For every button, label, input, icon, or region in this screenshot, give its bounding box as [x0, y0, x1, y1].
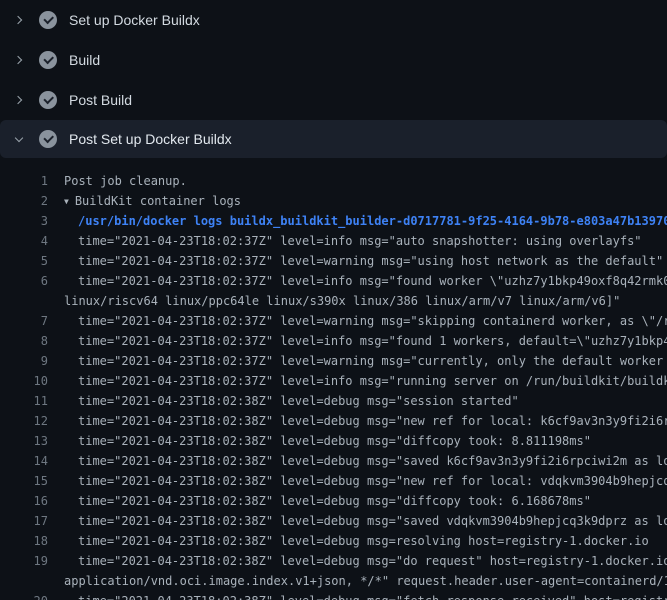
log-text: time="2021-04-23T18:02:38Z" level=debug … — [78, 491, 591, 511]
line-number[interactable]: 17 — [0, 511, 48, 531]
chevron-right-icon — [14, 55, 25, 66]
chevron-right-icon — [14, 15, 25, 26]
log-line[interactable]: 2 ▼ BuildKit container logs — [0, 191, 667, 211]
log-text: time="2021-04-23T18:02:38Z" level=debug … — [78, 591, 667, 600]
check-circle-icon — [39, 51, 57, 69]
line-number[interactable]: 9 — [0, 351, 48, 371]
log-line: 7 time="2021-04-23T18:02:37Z" level=warni… — [0, 311, 667, 331]
log-line: 6 time="2021-04-23T18:02:37Z" level=info … — [0, 271, 667, 291]
log-text: time="2021-04-23T18:02:38Z" level=debug … — [78, 411, 667, 431]
log-text: time="2021-04-23T18:02:38Z" level=debug … — [78, 511, 667, 531]
check-circle-icon — [39, 91, 57, 109]
log-text: time="2021-04-23T18:02:37Z" level=warnin… — [78, 251, 663, 271]
step-row-set-up-docker-buildx[interactable]: Set up Docker Buildx — [0, 0, 667, 40]
line-number[interactable]: 20 — [0, 591, 48, 600]
log-line: 11 time="2021-04-23T18:02:38Z" level=debu… — [0, 391, 667, 411]
log-text: time="2021-04-23T18:02:37Z" level=info m… — [78, 371, 667, 391]
log-text: time="2021-04-23T18:02:37Z" level=warnin… — [78, 311, 667, 331]
log-text: time="2021-04-23T18:02:37Z" level=info m… — [78, 271, 667, 291]
line-number[interactable]: 8 — [0, 331, 48, 351]
log-line: 9 time="2021-04-23T18:02:37Z" level=warni… — [0, 351, 667, 371]
line-number[interactable]: 5 — [0, 251, 48, 271]
chevron-down-icon — [14, 134, 25, 145]
steps-list: Set up Docker Buildx Build Post Build Post … — [0, 0, 667, 158]
log-line: 13 time="2021-04-23T18:02:38Z" level=debu… — [0, 431, 667, 451]
chevron-right-icon — [14, 95, 25, 106]
step-row-post-set-up-docker-buildx[interactable]: Post Set up Docker Buildx — [0, 120, 667, 158]
log-group-toggle: ▼ BuildKit container logs — [64, 191, 241, 211]
line-number[interactable]: 11 — [0, 391, 48, 411]
log-line: 4 time="2021-04-23T18:02:37Z" level=info … — [0, 231, 667, 251]
line-number[interactable]: 14 — [0, 451, 48, 471]
log-group-label: BuildKit container logs — [75, 194, 241, 208]
log-line: 1 Post job cleanup. — [0, 171, 667, 191]
log-line: 17 time="2021-04-23T18:02:38Z" level=debu… — [0, 511, 667, 531]
line-number[interactable]: 13 — [0, 431, 48, 451]
log-text: time="2021-04-23T18:02:38Z" level=debug … — [78, 431, 591, 451]
step-label: Set up Docker Buildx — [69, 12, 200, 28]
log-text: time="2021-04-23T18:02:37Z" level=warnin… — [78, 351, 667, 371]
line-number[interactable]: 19 — [0, 551, 48, 571]
log-text: time="2021-04-23T18:02:38Z" level=debug … — [78, 391, 519, 411]
log-line: 3/usr/bin/docker logs buildx_buildkit_bu… — [0, 211, 667, 231]
step-label: Post Build — [69, 92, 132, 108]
line-number[interactable]: 1 — [0, 171, 48, 191]
log-line: 12 time="2021-04-23T18:02:38Z" level=debu… — [0, 411, 667, 431]
group-triangle-icon: ▼ — [64, 192, 69, 212]
step-label: Build — [69, 52, 100, 68]
log-command-text: /usr/bin/docker logs buildx_buildkit_bui… — [78, 211, 667, 231]
log-text: time="2021-04-23T18:02:37Z" level=info m… — [78, 331, 667, 351]
log-text: Post job cleanup. — [64, 171, 187, 191]
log-line: 18 time="2021-04-23T18:02:38Z" level=debu… — [0, 531, 667, 551]
line-number[interactable]: 16 — [0, 491, 48, 511]
log-text: application/vnd.oci.image.index.v1+json,… — [64, 571, 667, 591]
line-number[interactable]: 10 — [0, 371, 48, 391]
line-number[interactable]: 12 — [0, 411, 48, 431]
line-number[interactable]: 3 — [0, 211, 48, 231]
log-line: 16 time="2021-04-23T18:02:38Z" level=debu… — [0, 491, 667, 511]
check-circle-icon — [39, 11, 57, 29]
line-number[interactable]: 2 — [0, 191, 48, 211]
log-text: time="2021-04-23T18:02:37Z" level=info m… — [78, 231, 642, 251]
step-row-build[interactable]: Build — [0, 40, 667, 80]
log-line: 14 time="2021-04-23T18:02:38Z" level=debu… — [0, 451, 667, 471]
log-text: linux/riscv64 linux/ppc64le linux/s390x … — [64, 291, 620, 311]
check-circle-icon — [39, 130, 57, 148]
line-number[interactable]: 7 — [0, 311, 48, 331]
line-number[interactable]: 15 — [0, 471, 48, 491]
log-line: 5 time="2021-04-23T18:02:37Z" level=warni… — [0, 251, 667, 271]
line-number[interactable]: 6 — [0, 271, 48, 291]
log-text: time="2021-04-23T18:02:38Z" level=debug … — [78, 471, 667, 491]
line-number[interactable]: 18 — [0, 531, 48, 551]
log-text: time="2021-04-23T18:02:38Z" level=debug … — [78, 531, 649, 551]
step-label: Post Set up Docker Buildx — [69, 131, 232, 147]
log-text: time="2021-04-23T18:02:38Z" level=debug … — [78, 551, 667, 571]
log-viewer: 1 Post job cleanup. 2 ▼ BuildKit container l… — [0, 160, 667, 600]
log-text: time="2021-04-23T18:02:38Z" level=debug … — [78, 451, 667, 471]
log-line: 15 time="2021-04-23T18:02:38Z" level=debu… — [0, 471, 667, 491]
log-line: 10 time="2021-04-23T18:02:37Z" level=info… — [0, 371, 667, 391]
line-number — [0, 571, 48, 591]
line-number — [0, 291, 48, 311]
log-line: 19 time="2021-04-23T18:02:38Z" level=debu… — [0, 551, 667, 571]
log-line: 8 time="2021-04-23T18:02:37Z" level=info … — [0, 331, 667, 351]
step-row-post-build[interactable]: Post Build — [0, 80, 667, 120]
log-line: 20 time="2021-04-23T18:02:38Z" level=debu… — [0, 591, 667, 600]
line-number[interactable]: 4 — [0, 231, 48, 251]
log-line-continuation: application/vnd.oci.image.index.v1+json,… — [0, 571, 667, 591]
log-line-continuation: linux/riscv64 linux/ppc64le linux/s390x … — [0, 291, 667, 311]
